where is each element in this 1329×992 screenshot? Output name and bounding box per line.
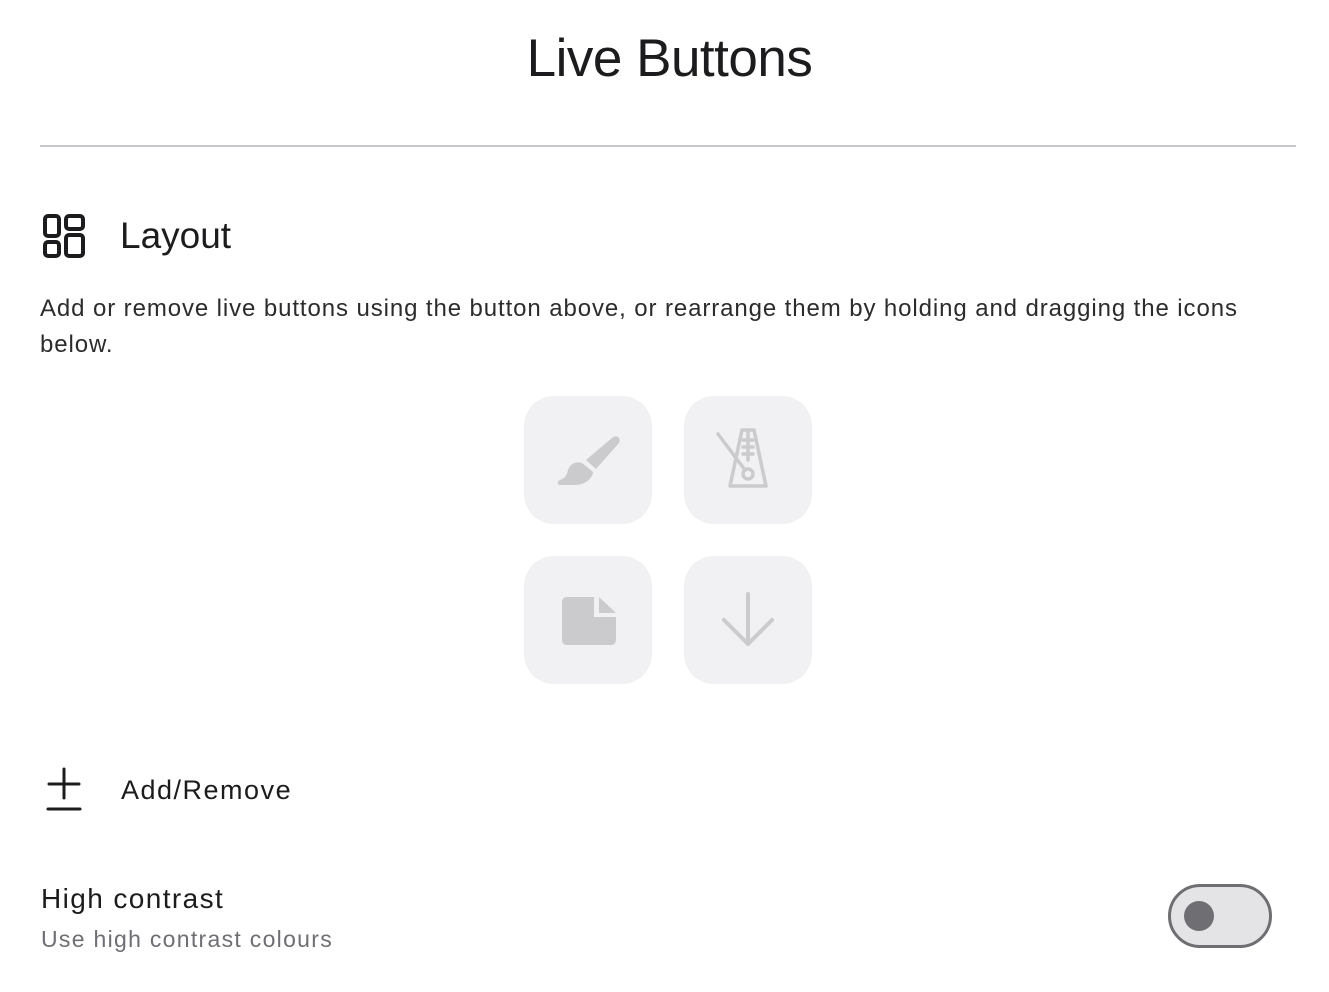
layout-section-header: Layout xyxy=(40,210,231,262)
live-button-note[interactable] xyxy=(524,556,652,684)
high-contrast-subtitle: Use high contrast colours xyxy=(41,926,334,952)
high-contrast-toggle[interactable] xyxy=(1168,884,1272,948)
live-button-download[interactable] xyxy=(684,556,812,684)
add-remove-label: Add/Remove xyxy=(121,774,293,805)
layout-section-title: Layout xyxy=(120,215,232,256)
paintbrush-icon xyxy=(557,436,620,485)
plus-icon xyxy=(46,767,82,811)
live-button-paintbrush[interactable] xyxy=(524,396,652,524)
live-button-metronome[interactable] xyxy=(684,396,812,524)
page-title: Live Buttons xyxy=(526,29,813,88)
high-contrast-title: High contrast xyxy=(41,883,225,914)
toggle-knob xyxy=(1184,901,1214,931)
layout-grid-icon xyxy=(43,214,85,258)
arrow-down-icon xyxy=(722,592,774,646)
metronome-off-icon xyxy=(716,428,768,488)
header-divider xyxy=(40,145,1296,147)
add-remove-button[interactable]: Add/Remove xyxy=(40,764,292,816)
note-icon xyxy=(562,597,616,645)
live-buttons-grid xyxy=(524,396,812,684)
layout-description: Add or remove live buttons using the but… xyxy=(40,295,1238,358)
